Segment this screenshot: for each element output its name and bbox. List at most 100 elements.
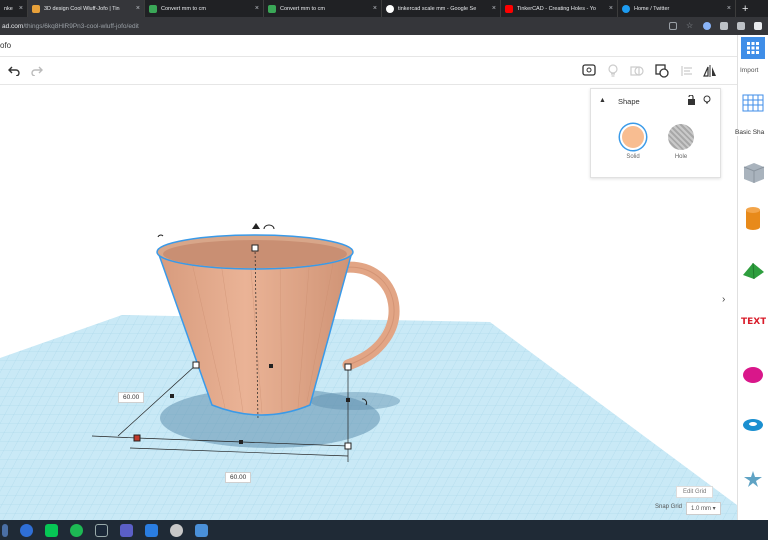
grid-icon: [747, 42, 759, 54]
hole-label: Hole: [674, 154, 688, 160]
basic-shapes-dropdown[interactable]: Basic Sha: [735, 129, 765, 136]
grid-view-button[interactable]: [741, 37, 765, 59]
url-text[interactable]: ad.com/things/6kq8HlR9Pn3-cool-wluff-jof…: [0, 23, 669, 30]
close-icon[interactable]: ×: [19, 5, 23, 12]
redo-button[interactable]: [29, 63, 45, 79]
extensions-puzzle-icon[interactable]: [720, 22, 728, 30]
mirror-icon: [703, 65, 716, 77]
lift-arrow-icon[interactable]: [252, 223, 260, 229]
browser-tab-tinkercad[interactable]: 3D design Cool Wluff-Jofo | Tin ×: [28, 0, 145, 17]
tab-title: 3D design Cool Wluff-Jofo | Tin: [44, 5, 120, 12]
convert-favicon-icon: [268, 4, 276, 13]
photos-icon[interactable]: [145, 523, 158, 537]
torus-shape-icon[interactable]: [740, 411, 766, 437]
tab-title: tinkercad scale mm - Google Se: [398, 5, 477, 12]
align-icon: [681, 66, 692, 76]
shape-inspector: ▲ Shape Solid Hole: [590, 88, 721, 178]
new-tab-icon[interactable]: +: [742, 3, 748, 15]
notes-button[interactable]: [581, 63, 597, 79]
snap-grid-select[interactable]: 1.0 mm ▾: [686, 502, 721, 515]
close-icon[interactable]: ×: [373, 5, 377, 12]
ungroup-button[interactable]: [654, 63, 670, 79]
star-icon[interactable]: ☆: [686, 22, 694, 30]
share-icon[interactable]: [669, 22, 677, 30]
close-icon[interactable]: ×: [492, 5, 496, 12]
browser-icon[interactable]: [170, 523, 183, 537]
google-favicon-icon: [386, 4, 394, 13]
lightbulb-icon: [608, 64, 618, 77]
steam-icon[interactable]: [95, 523, 108, 537]
url-path: /things/6kq8HlR9Pn3-cool-wluff-jofo/edit: [23, 22, 139, 30]
edit-toolbar: [0, 57, 737, 85]
menu-icon[interactable]: [754, 22, 762, 30]
start-icon[interactable]: [2, 523, 8, 537]
panel-expand-icon[interactable]: ›: [722, 294, 730, 308]
solid-option[interactable]: [620, 124, 646, 150]
svg-text:TEXT: TEXT: [741, 317, 766, 327]
url-host: ad.com: [2, 22, 24, 30]
browser-tab-youtube[interactable]: TinkerCAD - Creating Holes - Yo ×: [501, 0, 618, 17]
ungroup-icon: [655, 64, 669, 78]
inspector-title: Shape: [618, 97, 640, 106]
os-taskbar: [0, 520, 768, 540]
roof-shape-icon[interactable]: [740, 257, 766, 283]
line-icon[interactable]: [45, 523, 58, 537]
undo-icon: [8, 66, 20, 76]
convert-favicon-icon: [149, 4, 157, 13]
close-icon[interactable]: ×: [727, 5, 731, 12]
depth-dimension-field[interactable]: 60.00: [118, 392, 145, 403]
lock-icon[interactable]: [687, 95, 696, 105]
tab-title: Home / Twitter: [634, 5, 670, 12]
browser-tab-0[interactable]: nke ×: [0, 0, 28, 17]
design-name[interactable]: ofo: [0, 41, 11, 50]
browser-tab-convert-1[interactable]: Convert mm to cm ×: [145, 0, 264, 17]
tinkercad-favicon-icon: [32, 4, 40, 13]
address-bar[interactable]: ad.com/things/6kq8HlR9Pn3-cool-wluff-jof…: [0, 17, 768, 35]
hole-option[interactable]: [668, 124, 694, 150]
box-shape-icon[interactable]: [740, 159, 766, 185]
app-header: ofo: [0, 35, 737, 57]
text-shape-icon[interactable]: TEXT: [740, 307, 766, 333]
speech-bubble-icon: [582, 64, 596, 76]
teams-icon[interactable]: [120, 523, 133, 537]
edit-grid-button[interactable]: Edit Grid: [676, 486, 714, 498]
lightbulb-icon[interactable]: [703, 95, 711, 105]
close-icon[interactable]: ×: [609, 5, 613, 12]
undo-button[interactable]: [6, 63, 22, 79]
twitter-favicon-icon: [622, 4, 630, 13]
browser-tab-strip: nke × 3D design Cool Wluff-Jofo | Tin × …: [0, 0, 768, 17]
spotify-icon[interactable]: [70, 523, 83, 537]
browser-tab-google[interactable]: tinkercad scale mm - Google Se ×: [382, 0, 501, 17]
file-icon[interactable]: [195, 523, 208, 537]
show-lightbulb-button[interactable]: [605, 63, 621, 79]
shapes-panel: Import Basic Sha TEXT: [735, 35, 768, 520]
close-icon[interactable]: ×: [255, 5, 259, 12]
align-button[interactable]: [679, 63, 695, 79]
import-button[interactable]: Import: [740, 67, 758, 74]
mirror-button[interactable]: [702, 63, 718, 79]
redo-icon: [31, 66, 43, 76]
extension-icon[interactable]: [703, 22, 711, 30]
tab-title: Convert mm to cm: [161, 5, 206, 12]
workplane-tool-icon[interactable]: [740, 90, 766, 116]
tab-title: nke: [4, 5, 13, 12]
cylinder-shape-icon[interactable]: [740, 205, 766, 231]
group-icon: [630, 66, 644, 76]
tab-title: Convert mm to cm: [280, 5, 325, 12]
youtube-favicon-icon: [505, 4, 513, 13]
group-button[interactable]: [629, 63, 645, 79]
collapse-icon[interactable]: ▲: [599, 97, 606, 104]
discord-icon[interactable]: [20, 523, 33, 537]
solid-label: Solid: [626, 154, 640, 160]
sphere-shape-icon[interactable]: [740, 360, 766, 386]
browser-tab-twitter[interactable]: Home / Twitter ×: [618, 0, 736, 17]
rotate-handle-icon[interactable]: [157, 234, 164, 238]
close-icon[interactable]: ×: [136, 5, 140, 12]
width-dimension-field[interactable]: 60.00: [225, 472, 252, 483]
rotate-handle-icon[interactable]: [263, 224, 275, 230]
profile-icon[interactable]: [737, 22, 745, 30]
snap-grid-label: Snap Grid: [655, 504, 683, 510]
browser-tab-convert-2[interactable]: Convert mm to cm ×: [264, 0, 382, 17]
tab-title: TinkerCAD - Creating Holes - Yo: [517, 5, 596, 12]
star-shape-icon[interactable]: [740, 465, 766, 491]
